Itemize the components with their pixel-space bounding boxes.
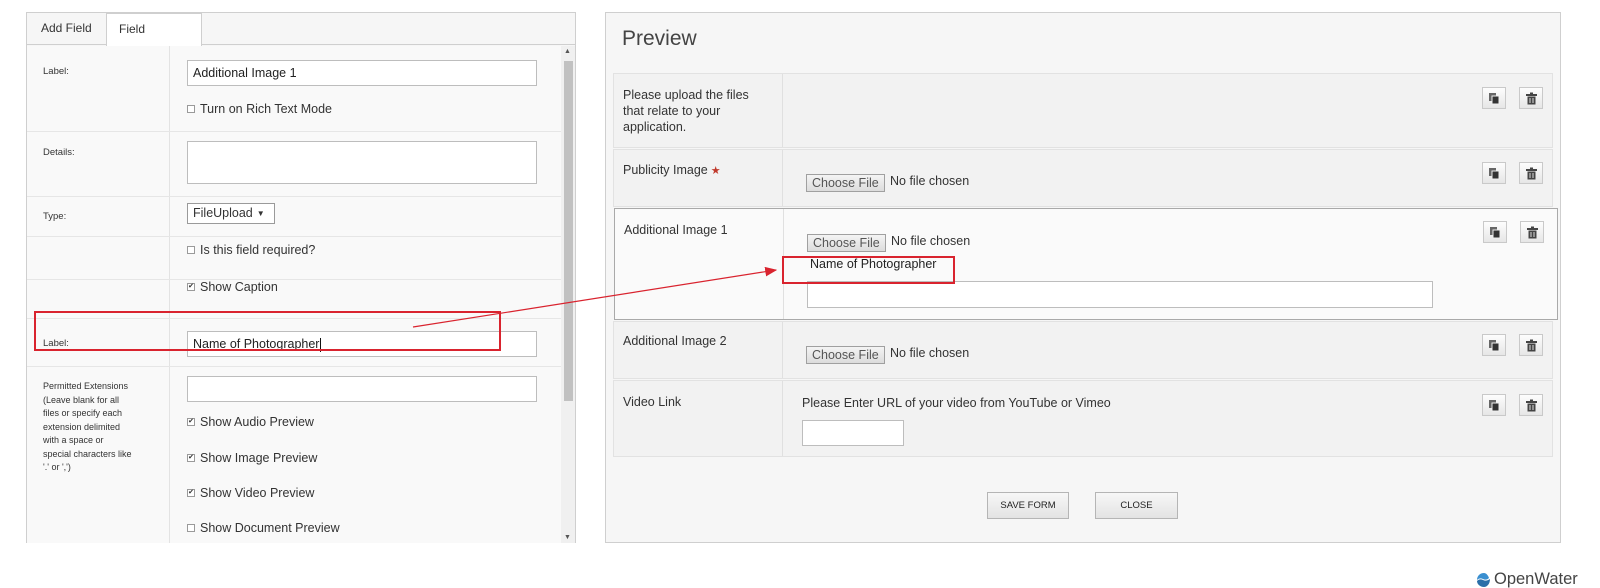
trash-icon: [1526, 339, 1537, 352]
trash-icon: [1527, 226, 1538, 239]
preview-panel: Preview Please upload the files that rel…: [605, 12, 1561, 543]
checkbox-box-checked[interactable]: ✔: [187, 417, 195, 426]
choose-file-button[interactable]: Choose File: [807, 234, 886, 252]
preview-row-publicity-image: Publicity Image ★ Choose File No file cho…: [613, 149, 1553, 207]
publicity-image-label: Publicity Image ★: [623, 162, 721, 179]
file-status: No file chosen: [891, 234, 971, 248]
settings-tabs: Add Field Field Settings: [27, 13, 575, 67]
openwater-logo-icon: [1477, 573, 1490, 587]
choose-file-button[interactable]: Choose File: [806, 174, 885, 192]
preview-row-video-link: Video Link Please Enter URL of your vide…: [613, 380, 1553, 457]
settings-scrollbar[interactable]: ▲ ▼: [561, 46, 575, 543]
tab-field-settings[interactable]: Field Settings: [106, 13, 202, 67]
save-form-button[interactable]: SAVE FORM: [987, 492, 1069, 519]
label-field-label: Label:: [43, 66, 69, 77]
copy-field-button[interactable]: [1482, 334, 1506, 356]
copy-icon: [1489, 400, 1500, 412]
tab-add-field[interactable]: Add Field: [29, 13, 104, 45]
preview-row-additional-image-2: Additional Image 2 Choose File No file c…: [613, 321, 1553, 379]
field-label-text: Publicity Image: [623, 163, 708, 177]
delete-field-button[interactable]: [1519, 394, 1543, 416]
column-divider: [782, 74, 783, 147]
show-caption-label: Show Caption: [200, 280, 278, 294]
column-divider: [782, 150, 783, 206]
preview-row-instructions: Please upload the files that relate to y…: [613, 73, 1553, 148]
extensions-input[interactable]: [187, 376, 537, 402]
type-select-value: FileUpload: [193, 206, 253, 220]
choose-file-button[interactable]: Choose File: [806, 346, 885, 364]
caption-input[interactable]: [807, 281, 1433, 308]
openwater-logo: OpenWater: [1494, 570, 1578, 588]
video-url-input[interactable]: [802, 420, 904, 446]
document-preview-checkbox[interactable]: Show Document Preview: [187, 521, 340, 535]
file-status: No file chosen: [890, 346, 970, 360]
callout-box-preview: [782, 256, 955, 284]
column-divider: [782, 381, 783, 456]
row-divider: [27, 131, 561, 132]
scroll-down-icon[interactable]: ▼: [564, 534, 571, 541]
trash-icon: [1526, 92, 1537, 105]
additional-image-1-label: Additional Image 1: [624, 223, 728, 237]
instructions-label: Please upload the files that relate to y…: [623, 88, 749, 134]
copy-field-button[interactable]: [1482, 87, 1506, 109]
column-divider: [782, 322, 783, 378]
copy-field-button[interactable]: [1483, 221, 1507, 243]
delete-field-button[interactable]: [1519, 334, 1543, 356]
type-label: Type:: [43, 211, 67, 222]
close-button[interactable]: CLOSE: [1095, 492, 1178, 519]
image-preview-checkbox[interactable]: ✔ Show Image Preview: [187, 451, 317, 465]
copy-icon: [1490, 227, 1501, 239]
additional-image-2-label: Additional Image 2: [623, 334, 727, 348]
details-label: Details:: [43, 147, 75, 158]
row-divider: [27, 279, 561, 280]
callout-box-settings: [34, 311, 501, 351]
video-link-label: Video Link: [623, 395, 682, 409]
row-divider: [27, 236, 561, 237]
image-preview-label: Show Image Preview: [200, 451, 318, 465]
required-checkbox[interactable]: Is this field required?: [187, 243, 315, 257]
video-preview-checkbox[interactable]: ✔ Show Video Preview: [187, 486, 314, 500]
rich-text-checkbox[interactable]: Turn on Rich Text Mode: [187, 102, 332, 116]
preview-title: Preview: [622, 27, 697, 50]
copy-icon: [1489, 168, 1500, 180]
delete-field-button[interactable]: [1519, 162, 1543, 184]
row-divider: [27, 196, 561, 197]
checkbox-box[interactable]: [187, 523, 195, 532]
checkbox-box[interactable]: [187, 245, 195, 254]
type-select[interactable]: FileUpload ▼: [187, 203, 275, 224]
scrollbar-thumb[interactable]: [564, 61, 573, 401]
file-status: No file chosen: [890, 174, 970, 188]
preview-row-additional-image-1[interactable]: Additional Image 1 Choose File No file c…: [614, 208, 1558, 320]
copy-field-button[interactable]: [1482, 394, 1506, 416]
scroll-up-icon[interactable]: ▲: [564, 48, 571, 55]
trash-icon: [1526, 167, 1537, 180]
required-star-icon: ★: [710, 165, 721, 177]
copy-icon: [1489, 93, 1500, 105]
document-preview-label: Show Document Preview: [200, 521, 340, 535]
checkbox-box[interactable]: [187, 104, 195, 113]
delete-field-button[interactable]: [1520, 221, 1544, 243]
show-caption-checkbox[interactable]: ✔ Show Caption: [187, 280, 278, 294]
checkbox-box-checked[interactable]: ✔: [187, 488, 195, 497]
delete-field-button[interactable]: [1519, 87, 1543, 109]
audio-preview-label: Show Audio Preview: [200, 415, 314, 429]
rich-text-label: Turn on Rich Text Mode: [200, 102, 333, 116]
chevron-down-icon: ▼: [256, 209, 265, 219]
field-settings-panel: Add Field Field Settings Label: Addition…: [26, 12, 576, 543]
settings-form: Label: Additional Image 1 Turn on Rich T…: [27, 46, 561, 543]
checkbox-box-checked[interactable]: ✔: [187, 282, 195, 291]
checkbox-box-checked[interactable]: ✔: [187, 453, 195, 462]
audio-preview-checkbox[interactable]: ✔ Show Audio Preview: [187, 415, 314, 429]
trash-icon: [1526, 399, 1537, 412]
required-label: Is this field required?: [200, 243, 316, 257]
video-preview-label: Show Video Preview: [200, 486, 315, 500]
copy-field-button[interactable]: [1482, 162, 1506, 184]
video-instruction: Please Enter URL of your video from YouT…: [802, 396, 1111, 410]
details-textarea[interactable]: [187, 141, 537, 184]
row-divider: [27, 366, 561, 367]
field-label-input[interactable]: Additional Image 1: [187, 60, 537, 86]
copy-icon: [1489, 340, 1500, 352]
extensions-label: Permitted Extensions (Leave blank for al…: [43, 381, 132, 472]
label-column-divider: [169, 46, 170, 543]
